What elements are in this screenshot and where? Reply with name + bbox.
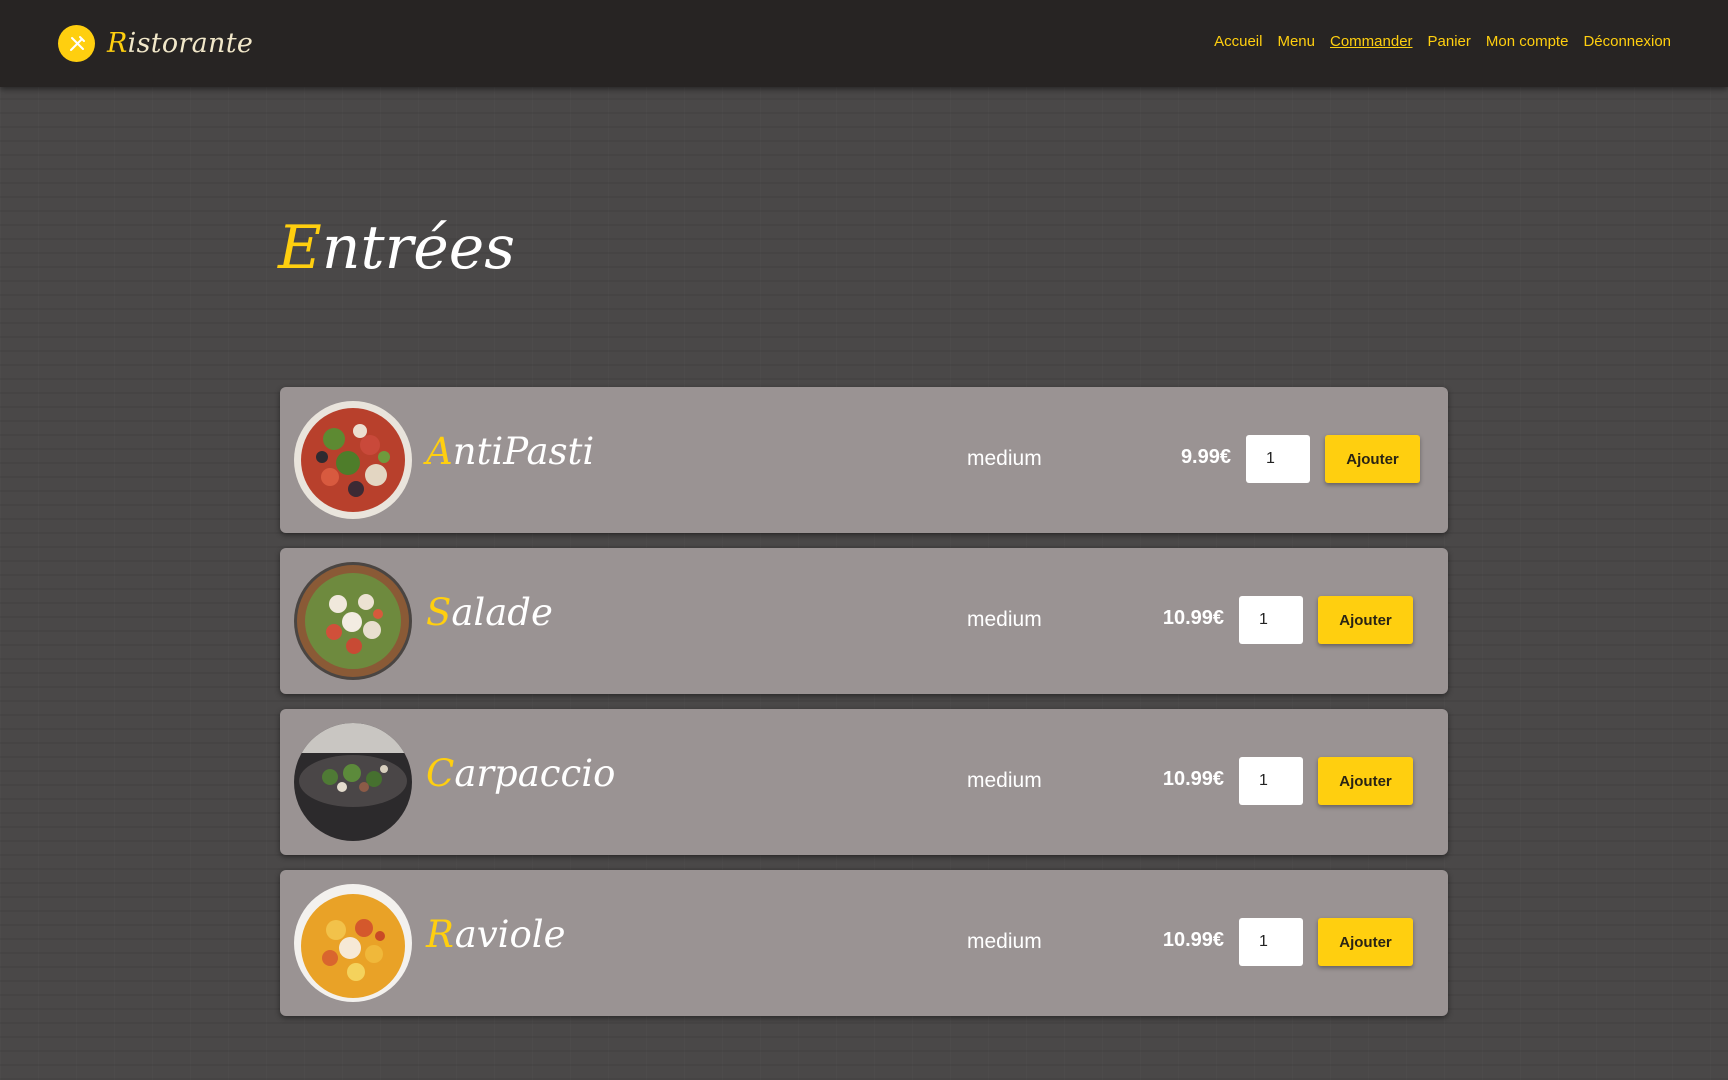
item-name-initial: R — [426, 913, 455, 956]
add-to-cart-button[interactable]: Ajouter — [1318, 918, 1413, 966]
item-controls: 10.99€ Ajouter — [1163, 757, 1413, 805]
quantity-input[interactable] — [1239, 918, 1303, 966]
add-to-cart-button[interactable]: Ajouter — [1318, 757, 1413, 805]
item-name-rest: ntiPasti — [452, 430, 595, 473]
nav-link-deconnexion[interactable]: Déconnexion — [1583, 33, 1671, 50]
item-name-initial: C — [426, 752, 455, 795]
main-nav: Accueil Menu Commander Panier Mon compte… — [1214, 33, 1671, 50]
dish-photo — [294, 884, 412, 1002]
menu-item-list: AntiPasti medium 9.99€ Ajouter Salade — [280, 387, 1448, 1031]
item-price: 10.99€ — [1162, 928, 1224, 951]
nav-link-accueil[interactable]: Accueil — [1214, 33, 1262, 50]
item-controls: 9.99€ Ajouter — [1181, 435, 1420, 483]
quantity-input[interactable] — [1239, 757, 1303, 805]
brand-name: Ristorante — [107, 28, 253, 59]
item-name: AntiPasti — [426, 430, 594, 473]
dish-photo — [294, 562, 412, 680]
item-name-rest: arpaccio — [454, 752, 616, 795]
item-size: medium — [967, 608, 1042, 631]
section-title: Entrées — [278, 212, 515, 284]
item-name: Raviole — [426, 913, 566, 956]
item-controls: 10.99€ Ajouter — [1163, 596, 1413, 644]
section-title-rest: ntrées — [321, 213, 516, 283]
item-price: 10.99€ — [1162, 606, 1224, 629]
brand-name-rest: istorante — [127, 28, 254, 59]
section-title-initial: E — [278, 213, 322, 283]
item-name-initial: S — [426, 591, 452, 634]
brand-name-initial: R — [107, 28, 128, 59]
nav-link-commander[interactable]: Commander — [1330, 33, 1413, 50]
dish-photo — [294, 723, 412, 841]
brand-logo[interactable]: Ristorante — [58, 25, 253, 62]
item-size: medium — [967, 930, 1042, 953]
item-price: 9.99€ — [1180, 445, 1231, 468]
nav-link-panier[interactable]: Panier — [1428, 33, 1471, 50]
menu-item-card: Salade medium 10.99€ Ajouter — [280, 548, 1448, 694]
item-controls: 10.99€ Ajouter — [1163, 918, 1413, 966]
dish-photo — [294, 401, 412, 519]
item-name: Carpaccio — [426, 752, 615, 795]
nav-link-mon-compte[interactable]: Mon compte — [1486, 33, 1569, 50]
menu-item-card: Raviole medium 10.99€ Ajouter — [280, 870, 1448, 1016]
add-to-cart-button[interactable]: Ajouter — [1318, 596, 1413, 644]
fork-knife-icon — [58, 25, 95, 62]
item-price: 10.99€ — [1162, 767, 1224, 790]
item-name-rest: aviole — [454, 913, 566, 956]
quantity-input[interactable] — [1239, 596, 1303, 644]
item-size: medium — [967, 769, 1042, 792]
add-to-cart-button[interactable]: Ajouter — [1325, 435, 1420, 483]
item-name-initial: A — [426, 430, 453, 473]
nav-link-menu[interactable]: Menu — [1277, 33, 1315, 50]
item-name: Salade — [426, 591, 553, 634]
navbar: Ristorante Accueil Menu Commander Panier… — [0, 0, 1728, 87]
quantity-input[interactable] — [1246, 435, 1310, 483]
item-name-rest: alade — [451, 591, 553, 634]
item-size: medium — [967, 447, 1042, 470]
menu-item-card: AntiPasti medium 9.99€ Ajouter — [280, 387, 1448, 533]
menu-item-card: Carpaccio medium 10.99€ Ajouter — [280, 709, 1448, 855]
